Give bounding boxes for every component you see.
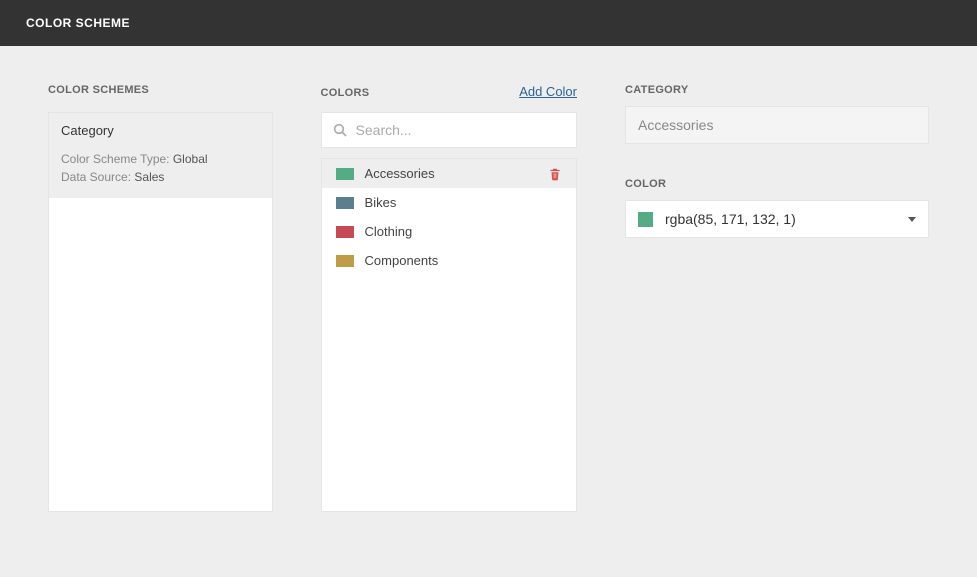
- scheme-meta: Color Scheme Type: Global Data Source: S…: [61, 150, 260, 186]
- color-select[interactable]: rgba(85, 171, 132, 1): [625, 200, 929, 238]
- scheme-source-label: Data Source:: [61, 170, 131, 184]
- color-select-value: rgba(85, 171, 132, 1): [665, 211, 896, 227]
- color-title: COLOR: [625, 178, 929, 190]
- color-label: Components: [365, 253, 562, 268]
- schemes-title: COLOR SCHEMES: [48, 84, 149, 96]
- color-label: Bikes: [365, 195, 562, 210]
- schemes-panel: Category Color Scheme Type: Global Data …: [48, 112, 273, 512]
- trash-icon[interactable]: [548, 167, 562, 181]
- category-field[interactable]: Accessories: [625, 106, 929, 144]
- color-swatch: [336, 255, 354, 267]
- chevron-down-icon: [908, 217, 916, 222]
- scheme-source-value: Sales: [134, 170, 164, 184]
- column-colors: COLORS Add Color Accessories Bikes: [321, 84, 577, 512]
- colors-header: COLORS Add Color: [321, 84, 577, 102]
- color-select-swatch: [638, 212, 653, 227]
- search-input[interactable]: [356, 122, 566, 138]
- color-swatch: [336, 226, 354, 238]
- app-title: COLOR SCHEME: [26, 16, 130, 30]
- color-swatch: [336, 168, 354, 180]
- color-row[interactable]: Bikes: [322, 188, 576, 217]
- colors-title: COLORS: [321, 87, 370, 99]
- color-row[interactable]: Accessories: [322, 159, 576, 188]
- column-schemes: COLOR SCHEMES Category Color Scheme Type…: [48, 84, 273, 512]
- colors-list: Accessories Bikes Clothing Components: [321, 158, 577, 512]
- category-title: CATEGORY: [625, 84, 929, 96]
- search-box[interactable]: [321, 112, 577, 148]
- scheme-type-value: Global: [173, 152, 208, 166]
- color-swatch: [336, 197, 354, 209]
- color-row[interactable]: Components: [322, 246, 576, 275]
- schemes-header: COLOR SCHEMES: [48, 84, 273, 102]
- main-content: COLOR SCHEMES Category Color Scheme Type…: [0, 46, 977, 512]
- category-value: Accessories: [638, 117, 713, 133]
- add-color-link[interactable]: Add Color: [519, 84, 577, 99]
- color-section: COLOR rgba(85, 171, 132, 1): [625, 178, 929, 238]
- app-header: COLOR SCHEME: [0, 0, 977, 46]
- column-details: CATEGORY Accessories COLOR rgba(85, 171,…: [625, 84, 929, 512]
- category-section: CATEGORY Accessories: [625, 84, 929, 144]
- color-label: Clothing: [365, 224, 562, 239]
- scheme-item[interactable]: Category Color Scheme Type: Global Data …: [49, 113, 272, 198]
- color-row[interactable]: Clothing: [322, 217, 576, 246]
- scheme-type-label: Color Scheme Type:: [61, 152, 170, 166]
- scheme-name: Category: [61, 123, 260, 138]
- search-icon: [332, 122, 348, 138]
- color-label: Accessories: [365, 166, 537, 181]
